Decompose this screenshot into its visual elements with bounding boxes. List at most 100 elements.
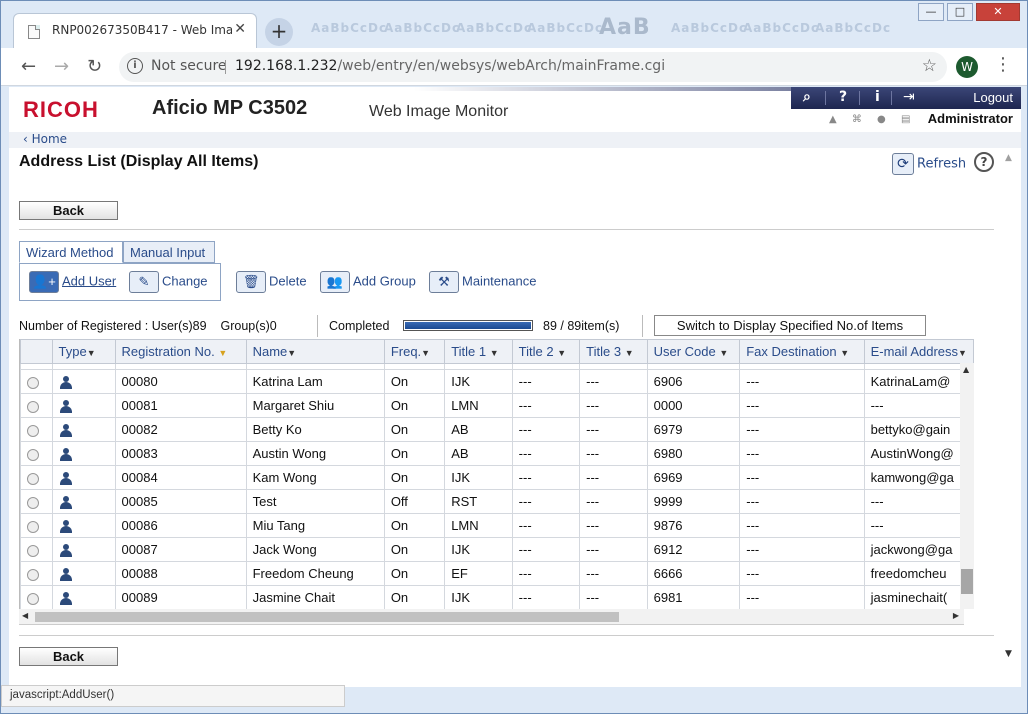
refresh-button[interactable]: ⟳ Refresh xyxy=(892,153,966,175)
radio-button[interactable] xyxy=(27,424,39,437)
table-row[interactable]: 00086 Miu Tang On LMN --- --- 9876 --- --- xyxy=(20,513,974,538)
help-icon[interactable]: ? xyxy=(974,152,994,172)
sort-arrow-icon: ▼ xyxy=(421,348,431,358)
bookmark-star-icon[interactable]: ☆ xyxy=(922,56,937,76)
add-user-button[interactable]: 👤+ Add User xyxy=(29,271,116,293)
col-name[interactable]: Name▼ xyxy=(245,339,385,364)
back-button-bottom[interactable]: Back xyxy=(19,647,118,666)
home-link[interactable]: ‹ Home xyxy=(23,132,67,146)
table-row[interactable]: 00080 Katrina Lam On IJK --- --- 6906 --- Katrin… xyxy=(20,369,974,394)
home-label: Home xyxy=(31,132,68,146)
add-group-button[interactable]: 👥 Add Group xyxy=(320,271,416,293)
col-title1[interactable]: Title 1 ▼ xyxy=(444,339,513,364)
radio-button[interactable] xyxy=(27,400,39,413)
url-text[interactable]: 192.168.1.232/web/entry/en/websys/webArc… xyxy=(235,58,665,74)
profile-avatar[interactable]: W xyxy=(956,56,978,78)
col-freq[interactable]: Freq.▼ xyxy=(383,339,446,364)
row-select-radio[interactable] xyxy=(20,465,53,490)
col-registration-no[interactable]: Registration No. ▼ xyxy=(114,339,247,364)
scroll-left-icon[interactable]: ◀ xyxy=(22,611,28,620)
new-tab-button[interactable]: + xyxy=(265,18,293,46)
scroll-down-icon[interactable]: ▼ xyxy=(1005,649,1012,659)
row-fax-destination: --- xyxy=(739,513,865,538)
page-icon xyxy=(28,25,40,39)
radio-button[interactable] xyxy=(27,544,39,557)
browser-window: RNP00267350B417 - Web Image ✕ + AaBbCcDc… xyxy=(0,0,1028,714)
table-row[interactable]: 00087 Jack Wong On IJK --- --- 6912 --- jackwong… xyxy=(20,537,974,562)
close-window-button[interactable]: ✕ xyxy=(976,3,1020,21)
col-select xyxy=(20,339,53,364)
row-title3: --- xyxy=(579,465,648,490)
col-title2[interactable]: Title 2 ▼ xyxy=(511,339,581,364)
address-bar[interactable]: i Not secure 192.168.1.232/web/entry/en/… xyxy=(119,52,947,82)
tab-manual-input[interactable]: Manual Input xyxy=(123,241,215,263)
user-icon xyxy=(59,472,73,486)
product-name: Web Image Monitor xyxy=(369,103,509,120)
row-select-radio[interactable] xyxy=(20,561,53,586)
page-scrollbar[interactable]: ▲ ▼ xyxy=(1001,153,1019,659)
back-arrow-icon[interactable]: ← xyxy=(21,56,36,77)
maintenance-button[interactable]: ⚒ Maintenance xyxy=(429,271,536,293)
row-select-radio[interactable] xyxy=(20,513,53,538)
scroll-thumb[interactable] xyxy=(961,569,973,594)
delete-button[interactable]: 🗑 Delete xyxy=(236,271,307,293)
row-email: --- xyxy=(863,513,974,538)
logout-link[interactable]: Logout xyxy=(973,90,1013,105)
close-tab-icon[interactable]: ✕ xyxy=(234,21,246,37)
user-icon xyxy=(59,568,73,582)
forward-arrow-icon[interactable]: → xyxy=(54,56,69,77)
switch-display-button[interactable]: Switch to Display Specified No.of Items xyxy=(654,315,926,336)
table-vertical-scrollbar[interactable]: ▲ xyxy=(960,363,974,609)
scroll-up-icon[interactable]: ▲ xyxy=(963,365,969,374)
table-row[interactable]: 00089 Jasmine Chait On IJK --- --- 6981 --- jasm… xyxy=(20,585,974,609)
table-row[interactable]: 00081 Margaret Shiu On LMN --- --- 0000 --- --- xyxy=(20,393,974,418)
row-select-radio[interactable] xyxy=(20,585,53,609)
col-fax-destination[interactable]: Fax Destination ▼ xyxy=(739,339,865,364)
scroll-thumb[interactable] xyxy=(35,612,619,622)
search-icon[interactable]: ⌕ xyxy=(803,89,811,105)
browser-menu-icon[interactable]: ⋮ xyxy=(994,54,1012,75)
table-row[interactable]: 00084 Kam Wong On IJK --- --- 6969 --- kamwong@g… xyxy=(20,465,974,490)
radio-button[interactable] xyxy=(27,568,39,581)
row-select-radio[interactable] xyxy=(20,441,53,466)
tab-strip: RNP00267350B417 - Web Image ✕ + AaBbCcDc… xyxy=(1,1,1027,48)
row-title2: --- xyxy=(511,537,581,562)
row-select-radio[interactable] xyxy=(20,489,53,514)
help-icon[interactable]: ? xyxy=(839,89,847,105)
col-type[interactable]: Type▼ xyxy=(51,339,116,364)
col-email[interactable]: E-mail Address▼ xyxy=(863,339,974,364)
browser-tab[interactable]: RNP00267350B417 - Web Image ✕ xyxy=(13,13,257,48)
row-registration-no: 00089 xyxy=(114,585,247,609)
info-icon[interactable]: i xyxy=(875,89,880,105)
reload-icon[interactable]: ↻ xyxy=(87,56,102,77)
col-user-code[interactable]: User Code ▼ xyxy=(646,339,741,364)
back-button[interactable]: Back xyxy=(19,201,118,220)
radio-button[interactable] xyxy=(27,520,39,533)
info-icon[interactable]: i xyxy=(127,58,143,74)
radio-button[interactable] xyxy=(27,472,39,485)
sort-arrow-icon: ▼ xyxy=(840,348,850,358)
progress-fill xyxy=(405,322,531,329)
col-title3[interactable]: Title 3 ▼ xyxy=(579,339,648,364)
row-type xyxy=(51,513,116,538)
table-row[interactable]: 00088 Freedom Cheung On EF --- --- 6666 --- free… xyxy=(20,561,974,586)
row-select-radio[interactable] xyxy=(20,369,53,394)
table-row[interactable]: 00085 Test Off RST --- --- 9999 --- --- xyxy=(20,489,974,514)
table-row[interactable]: 00082 Betty Ko On AB --- --- 6979 --- bettyko@ga… xyxy=(20,417,974,442)
change-button[interactable]: ✎ Change xyxy=(129,271,208,293)
minimize-button[interactable]: — xyxy=(918,3,944,21)
row-select-radio[interactable] xyxy=(20,537,53,562)
radio-button[interactable] xyxy=(27,592,39,605)
radio-button[interactable] xyxy=(27,496,39,509)
table-row[interactable]: 00083 Austin Wong On AB --- --- 6980 --- AustinW… xyxy=(20,441,974,466)
maximize-button[interactable]: □ xyxy=(947,3,973,21)
scroll-up-icon[interactable]: ▲ xyxy=(1005,153,1012,163)
logout-icon[interactable]: ⇥ xyxy=(903,89,915,105)
row-select-radio[interactable] xyxy=(20,417,53,442)
scroll-right-icon[interactable]: ▶ xyxy=(953,611,959,620)
table-horizontal-scrollbar[interactable]: ◀ ▶ xyxy=(19,609,964,625)
radio-button[interactable] xyxy=(27,376,39,389)
radio-button[interactable] xyxy=(27,448,39,461)
row-select-radio[interactable] xyxy=(20,393,53,418)
tab-wizard-method[interactable]: Wizard Method xyxy=(19,241,123,263)
